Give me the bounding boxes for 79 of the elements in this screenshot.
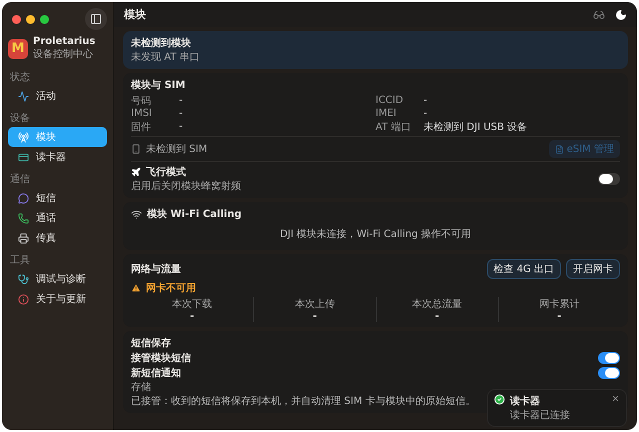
sidebar-item[interactable]: 关于与更新 xyxy=(8,289,107,309)
glasses-icon[interactable] xyxy=(593,8,605,20)
card-title: 网络与流量 xyxy=(131,262,182,276)
airplane-switch[interactable] xyxy=(598,173,620,185)
close-icon[interactable] xyxy=(611,394,620,403)
sidebar-icon xyxy=(90,13,102,25)
sidebar-item[interactable]: 读卡器 xyxy=(8,147,107,167)
sim-icon xyxy=(131,144,141,154)
section-title: 设备 xyxy=(10,112,31,125)
info-icon xyxy=(18,294,29,304)
field-label: IMEI xyxy=(376,108,398,119)
section-title: 通信 xyxy=(10,172,31,186)
sim-status: 未检测到 SIM xyxy=(146,142,208,156)
app-name: Proletarius xyxy=(33,36,96,47)
airplane-description: 启用后关闭模块蜂窝射频 xyxy=(131,180,241,193)
sidebar-item[interactable]: 活动 xyxy=(8,86,107,106)
field-label: 号码 xyxy=(131,94,152,108)
card-icon xyxy=(18,152,29,162)
toast-message: 读卡器已连接 xyxy=(510,408,571,422)
sidebar-item[interactable]: 通话 xyxy=(8,208,107,228)
stat-label: 本次下载 xyxy=(171,298,214,311)
page-title: 模块 xyxy=(124,7,147,22)
action-button[interactable]: 开启网卡 xyxy=(566,259,620,279)
storage-label: 存储 xyxy=(131,380,151,394)
section-title: 状态 xyxy=(10,70,31,84)
stethoscope-icon xyxy=(18,274,29,284)
field-value: - xyxy=(179,108,183,119)
minimize-dot[interactable] xyxy=(26,14,35,24)
sidebar-item[interactable]: 传真 xyxy=(8,228,107,248)
stat-label: 本次总流量 xyxy=(411,298,464,311)
toggle-switch[interactable] xyxy=(598,352,620,364)
banner-subtitle: 未发现 AT 串口 xyxy=(131,50,201,64)
wifi-message: DJI 模块未连接，Wi-Fi Calling 操作不可用 xyxy=(278,228,472,242)
wifi-icon xyxy=(131,208,142,220)
field-label: 固件 xyxy=(131,120,152,134)
toggle-label: 新短信通知 xyxy=(131,366,181,380)
check-circle-icon xyxy=(494,394,505,405)
app-subtitle: 设备控制中心 xyxy=(33,48,94,61)
toggle-switch[interactable] xyxy=(598,366,620,378)
card-title: 模块与 SIM xyxy=(131,78,186,92)
banner-title: 未检测到模块 xyxy=(131,36,192,50)
field-value: - xyxy=(424,95,428,106)
sidebar-item[interactable]: 短信 xyxy=(8,188,107,208)
phone-icon xyxy=(18,212,29,224)
card-title: 短信保存 xyxy=(131,336,172,350)
activity-icon xyxy=(18,90,29,102)
storage-note: 已接管：收到的短信将保存到本机，并自动清理 SIM 卡与模块中的原始短信。 xyxy=(131,394,476,408)
printer-icon xyxy=(18,232,29,244)
close-dot[interactable] xyxy=(12,14,21,24)
field-value: - xyxy=(179,121,183,132)
warning-text: 网卡不可用 xyxy=(146,282,196,295)
field-label: IMSI xyxy=(131,108,153,119)
card-title: 模块 Wi-Fi Calling xyxy=(147,208,242,221)
field-value: - xyxy=(179,95,183,106)
stat-label: 本次上传 xyxy=(294,298,336,311)
moon-icon[interactable] xyxy=(615,8,627,20)
stat-value: - xyxy=(312,311,318,322)
toast-title: 读卡器 xyxy=(510,394,541,408)
app-logo: M xyxy=(8,38,28,58)
field-label: AT 端口 xyxy=(376,120,412,134)
airplane-title: 飞行模式 xyxy=(146,166,186,179)
antenna-icon xyxy=(18,132,29,142)
stat-label: 网卡累计 xyxy=(538,298,580,311)
toggle-label: 接管模块短信 xyxy=(131,352,191,364)
stat-value: - xyxy=(434,311,440,322)
field-value: - xyxy=(424,108,428,119)
sidebar-toggle-button[interactable] xyxy=(85,8,107,30)
action-button[interactable]: 检查 4G 出口 xyxy=(486,259,561,279)
chat-bubble-icon xyxy=(18,192,29,204)
sidebar-item[interactable]: 调试与诊断 xyxy=(8,269,107,289)
airplane-icon xyxy=(131,167,141,177)
field-value: 未检测到 DJI USB 设备 xyxy=(424,120,528,134)
stat-value: - xyxy=(189,311,196,322)
section-title: 工具 xyxy=(10,254,31,267)
warning-icon xyxy=(131,283,141,293)
document-icon xyxy=(554,144,564,154)
field-label: ICCID xyxy=(376,95,404,106)
zoom-dot[interactable] xyxy=(40,14,49,24)
stat-value: - xyxy=(556,311,562,322)
